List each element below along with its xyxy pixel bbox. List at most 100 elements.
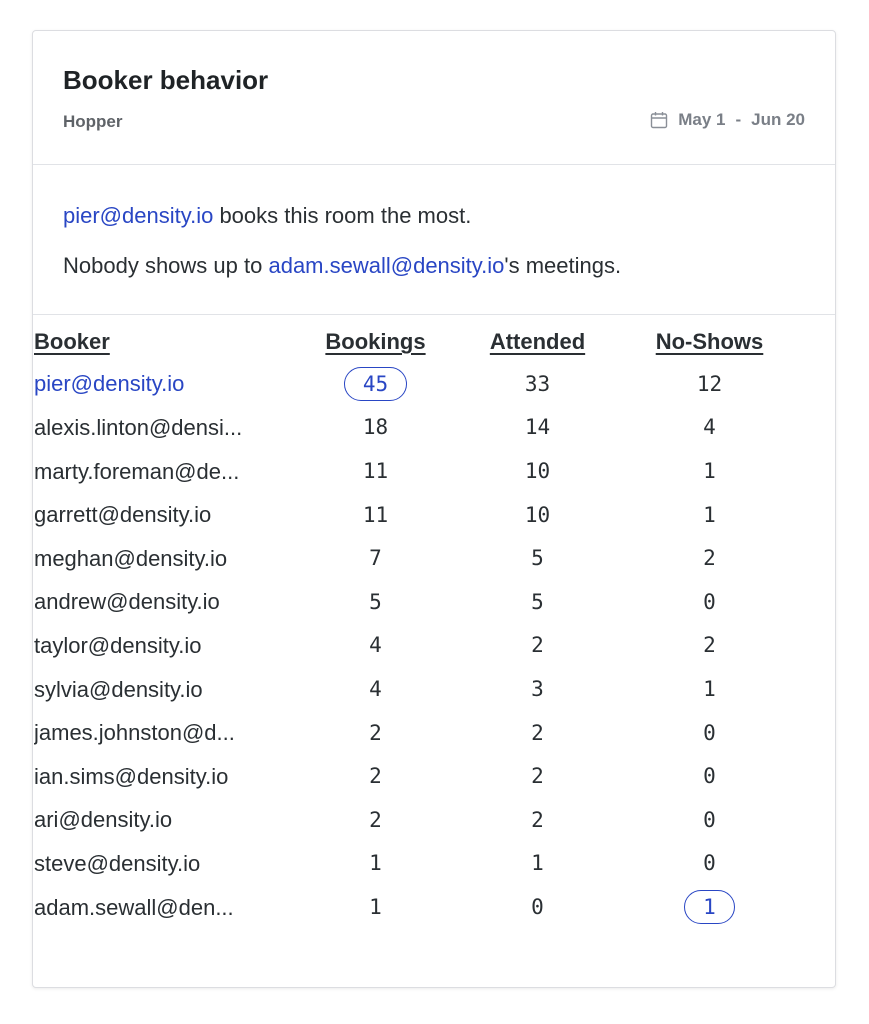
no-shows-cell: 0 bbox=[618, 580, 801, 624]
summary-section: pier@density.io books this room the most… bbox=[33, 165, 835, 315]
attended-value: 2 bbox=[531, 807, 544, 832]
attended-value: 14 bbox=[524, 415, 551, 440]
booker-email: steve@density.io bbox=[34, 850, 201, 876]
bookings-value: 1 bbox=[369, 894, 382, 919]
no-shows-cell: 2 bbox=[618, 624, 801, 668]
table-row: ari@density.io 2 2 0 bbox=[34, 798, 801, 842]
table-row: meghan@density.io 7 5 2 bbox=[34, 536, 801, 580]
bookings-cell: 1 bbox=[294, 842, 457, 886]
attended-cell: 3 bbox=[457, 667, 618, 711]
no-shows-value: 0 bbox=[703, 589, 716, 614]
bookings-value: 11 bbox=[362, 502, 389, 527]
attended-value: 2 bbox=[531, 764, 544, 789]
card-title: Booker behavior bbox=[63, 65, 269, 95]
no-shows-value: 0 bbox=[703, 720, 716, 745]
booker-cell: alexis.linton@densi... bbox=[34, 406, 294, 450]
no-shows-value: 12 bbox=[696, 371, 723, 396]
no-show-suffix: 's meetings. bbox=[504, 253, 622, 278]
no-shows-value: 2 bbox=[703, 633, 716, 658]
no-shows-value: 1 bbox=[703, 458, 716, 483]
no-shows-cell: 0 bbox=[618, 798, 801, 842]
bookings-cell: 1 bbox=[294, 885, 457, 929]
most-bookings-text: books this room the most. bbox=[213, 203, 472, 228]
booker-email[interactable]: pier@density.io bbox=[34, 371, 184, 397]
booker-cell: taylor@density.io bbox=[34, 624, 294, 668]
attended-value: 2 bbox=[531, 720, 544, 745]
bookings-value: 18 bbox=[362, 415, 389, 440]
booker-cell: marty.foreman@de... bbox=[34, 449, 294, 493]
attended-value: 5 bbox=[531, 589, 544, 614]
attended-cell: 14 bbox=[457, 406, 618, 450]
no-shows-cell: 1 bbox=[618, 885, 801, 929]
booker-email: alexis.linton@densi... bbox=[34, 414, 243, 440]
no-show-sentence: Nobody shows up to adam.sewall@density.i… bbox=[63, 251, 835, 281]
no-shows-cell: 0 bbox=[618, 711, 801, 755]
header-no-shows[interactable]: No-Shows bbox=[618, 322, 801, 362]
booker-email: sylvia@density.io bbox=[34, 676, 203, 702]
table-row: andrew@density.io 5 5 0 bbox=[34, 580, 801, 624]
date-separator: - bbox=[735, 110, 742, 129]
no-shows-cell: 2 bbox=[618, 536, 801, 580]
header-attended[interactable]: Attended bbox=[457, 322, 618, 362]
most-bookings-email-link[interactable]: pier@density.io bbox=[63, 203, 213, 228]
booker-cell: james.johnston@d... bbox=[34, 711, 294, 755]
bookings-value: 1 bbox=[369, 851, 382, 876]
attended-cell: 1 bbox=[457, 842, 618, 886]
bookings-cell: 11 bbox=[294, 449, 457, 493]
attended-cell: 33 bbox=[457, 362, 618, 406]
no-shows-value: 2 bbox=[703, 546, 716, 571]
bookings-value: 2 bbox=[369, 807, 382, 832]
no-shows-value: 1 bbox=[703, 676, 716, 701]
date-start: May 1 bbox=[678, 110, 726, 129]
bookings-cell: 45 bbox=[294, 362, 457, 406]
attended-value: 0 bbox=[531, 894, 544, 919]
booker-email: adam.sewall@den... bbox=[34, 894, 234, 920]
attended-cell: 2 bbox=[457, 624, 618, 668]
bookings-cell: 7 bbox=[294, 536, 457, 580]
room-name: Hopper bbox=[63, 112, 123, 131]
booker-email: meghan@density.io bbox=[34, 545, 228, 571]
calendar-icon bbox=[651, 112, 668, 129]
booker-cell: meghan@density.io bbox=[34, 536, 294, 580]
bookings-value: 11 bbox=[362, 458, 389, 483]
no-show-prefix: Nobody shows up to bbox=[63, 253, 269, 278]
attended-value: 10 bbox=[524, 502, 551, 527]
no-shows-cell: 1 bbox=[618, 667, 801, 711]
table-header-row: Booker Bookings Attended No-Shows bbox=[34, 322, 801, 362]
no-show-email-link[interactable]: adam.sewall@density.io bbox=[268, 253, 504, 278]
no-shows-cell: 0 bbox=[618, 842, 801, 886]
no-shows-value: 1 bbox=[684, 889, 735, 924]
table-row: marty.foreman@de... 11 10 1 bbox=[34, 449, 801, 493]
table-row: alexis.linton@densi... 18 14 4 bbox=[34, 406, 801, 450]
booker-email: james.johnston@d... bbox=[34, 720, 235, 746]
bookings-cell: 2 bbox=[294, 798, 457, 842]
no-shows-cell: 0 bbox=[618, 754, 801, 798]
bookings-value: 5 bbox=[369, 589, 382, 614]
bookings-value: 45 bbox=[343, 366, 408, 401]
bookings-cell: 4 bbox=[294, 624, 457, 668]
header-bookings[interactable]: Bookings bbox=[294, 322, 457, 362]
bookings-value: 4 bbox=[369, 676, 382, 701]
date-end: Jun 20 bbox=[751, 110, 805, 129]
attended-cell: 2 bbox=[457, 711, 618, 755]
header-booker[interactable]: Booker bbox=[34, 322, 294, 362]
booker-cell: pier@density.io bbox=[34, 362, 294, 406]
booker-cell: adam.sewall@den... bbox=[34, 885, 294, 929]
booker-email: marty.foreman@de... bbox=[34, 458, 240, 484]
attended-value: 33 bbox=[524, 371, 551, 396]
no-shows-cell: 1 bbox=[618, 493, 801, 537]
attended-cell: 5 bbox=[457, 580, 618, 624]
booker-email: taylor@density.io bbox=[34, 632, 202, 658]
booker-cell: steve@density.io bbox=[34, 842, 294, 886]
table-row: garrett@density.io 11 10 1 bbox=[34, 493, 801, 537]
bookings-value: 7 bbox=[369, 546, 382, 571]
date-range[interactable]: May 1 - Jun 20 bbox=[650, 110, 805, 130]
card-header: Booker behavior Hopper May 1 - Jun 20 bbox=[33, 31, 835, 165]
attended-cell: 10 bbox=[457, 493, 618, 537]
no-shows-value: 1 bbox=[703, 502, 716, 527]
bookings-cell: 5 bbox=[294, 580, 457, 624]
table-row: pier@density.io 45 33 12 bbox=[34, 362, 801, 406]
booker-cell: garrett@density.io bbox=[34, 493, 294, 537]
attended-value: 10 bbox=[524, 458, 551, 483]
booker-email: ian.sims@density.io bbox=[34, 763, 229, 789]
